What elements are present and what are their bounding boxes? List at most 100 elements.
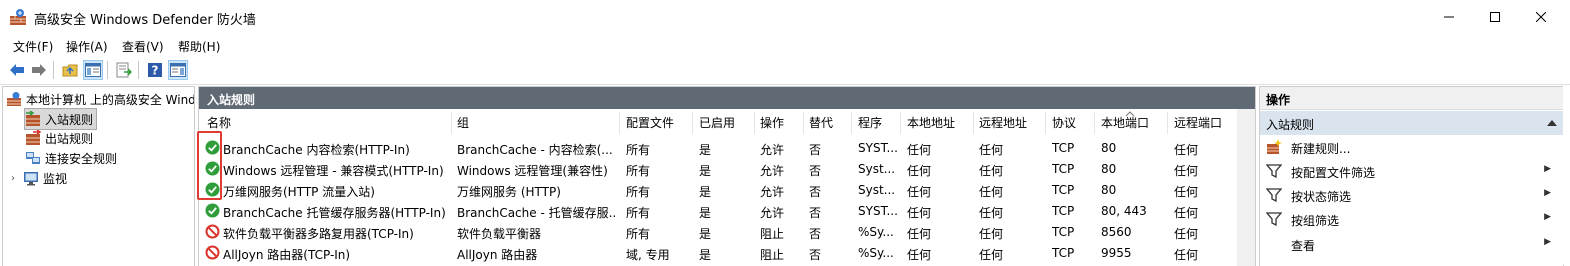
cell-override: 否 (809, 248, 822, 262)
tree-item-connection-security-rules[interactable]: 连接安全规则 (25, 148, 117, 168)
tree-root[interactable]: 本地计算机 上的高级安全 Windows Defender 防火墙 (6, 89, 194, 109)
rules-pane-header: 入站规则 (199, 87, 1255, 109)
column-separator[interactable] (851, 112, 852, 134)
menu-action[interactable]: 操作(A) (66, 38, 108, 55)
actions-section-inbound-rules[interactable]: 入站规则 (1260, 111, 1563, 135)
column-header-remote-address[interactable]: 远程地址 (979, 114, 1027, 134)
up-level-button[interactable] (60, 60, 80, 80)
action-filter-by-group[interactable]: 按组筛选 ▶ (1260, 207, 1563, 231)
filter-icon (1266, 212, 1282, 227)
column-separator[interactable] (754, 112, 755, 134)
cell-group: BranchCache - 托管缓存服... (457, 206, 617, 220)
cell-program: Syst... (858, 162, 896, 176)
column-separator[interactable] (900, 112, 901, 134)
action-filter-by-state[interactable]: 按状态筛选 ▶ (1260, 183, 1563, 207)
chevron-right-icon[interactable]: › (11, 173, 23, 184)
actions-title: 操作 (1266, 93, 1291, 107)
rules-pane-title: 入站规则 (207, 93, 256, 107)
menu-view[interactable]: 查看(V) (122, 38, 164, 55)
cell-program: SYST... (858, 204, 898, 218)
cell-remote-port: 任何 (1174, 248, 1199, 262)
filter-icon (1266, 188, 1282, 203)
column-separator[interactable] (692, 112, 693, 134)
forward-arrow-icon (32, 64, 46, 76)
rules-vertical-scrollbar[interactable] (1237, 109, 1255, 266)
tree-item-monitoring[interactable]: › 监视 (11, 168, 67, 188)
action-filter-by-profile[interactable]: 按配置文件筛选 ▶ (1260, 159, 1563, 183)
actions-vertical-scrollbar[interactable] (1563, 86, 1570, 265)
column-separator[interactable] (1167, 112, 1168, 134)
tree-item-outbound-rules[interactable]: 出站规则 (25, 128, 93, 148)
inbound-rules-icon (26, 111, 40, 126)
back-button[interactable] (7, 60, 27, 80)
column-header-action[interactable]: 操作 (760, 114, 784, 134)
actions-pane-header: 操作 (1260, 87, 1563, 110)
action-view[interactable]: 查看 ▶ (1260, 232, 1563, 256)
maximize-button[interactable] (1472, 0, 1518, 34)
cell-profile: 域, 专用 (626, 248, 670, 262)
cell-group: 软件负载平衡器 (457, 227, 542, 241)
action-label: 查看 (1291, 239, 1316, 253)
export-list-icon (116, 62, 132, 78)
actions-pane: 操作 入站规则 新建规则... 按配置文件筛选 ▶ 按状态筛选 ▶ 按组筛选 ▶… (1259, 86, 1564, 266)
show-hide-console-tree-button[interactable] (83, 60, 103, 80)
cell-local-address: 任何 (907, 185, 932, 199)
menu-help[interactable]: 帮助(H) (178, 38, 220, 55)
tree-item-label: 监视 (43, 171, 68, 186)
column-separator[interactable] (1094, 112, 1095, 134)
table-row[interactable]: BranchCache 内容检索(HTTP-In) BranchCache - 内… (199, 138, 1237, 159)
cell-remote-address: 任何 (979, 248, 1004, 262)
cell-local-port: 9955 (1101, 246, 1132, 260)
table-row[interactable]: AllJoyn 路由器(TCP-In) AllJoyn 路由器 域, 专用 是 阻止 否%… (199, 243, 1237, 264)
cell-name: 软件负载平衡器多路复用器(TCP-In) (223, 227, 414, 241)
cell-group: AllJoyn 路由器 (457, 248, 538, 262)
cell-action: 允许 (760, 164, 785, 178)
action-label: 按配置文件筛选 (1291, 166, 1376, 180)
column-header-group[interactable]: 组 (457, 114, 469, 134)
column-header-protocol[interactable]: 协议 (1052, 114, 1076, 134)
column-separator[interactable] (619, 112, 620, 134)
tree-item-inbound-rules[interactable]: 入站规则 (24, 108, 98, 130)
cell-profile: 所有 (626, 143, 651, 157)
help-button[interactable]: ? (145, 60, 165, 80)
cell-remote-port: 任何 (1174, 164, 1199, 178)
cell-remote-port: 任何 (1174, 227, 1199, 241)
cell-remote-address: 任何 (979, 206, 1004, 220)
forward-button[interactable] (29, 60, 49, 80)
collapse-up-icon[interactable] (1547, 120, 1557, 126)
cell-action: 阻止 (760, 248, 785, 262)
table-row[interactable]: 软件负载平衡器多路复用器(TCP-In) 软件负载平衡器 所有 是 阻止 否 %Sy... 任… (199, 222, 1237, 243)
column-separator[interactable] (451, 112, 452, 134)
menu-file[interactable]: 文件(F) (13, 38, 53, 55)
minimize-button[interactable] (1426, 0, 1472, 34)
column-header-local-port[interactable]: 本地端口 (1101, 114, 1149, 134)
column-header-remote-port[interactable]: 远程端口 (1174, 114, 1222, 134)
column-header-program[interactable]: 程序 (858, 114, 882, 134)
column-header-profile[interactable]: 配置文件 (626, 114, 674, 134)
cell-group: BranchCache - 内容检索(... (457, 143, 613, 157)
window-title: 高级安全 Windows Defender 防火墙 (34, 13, 256, 28)
column-header-local-address[interactable]: 本地地址 (907, 114, 955, 134)
column-header-enabled[interactable]: 已启用 (699, 114, 735, 134)
column-header-override[interactable]: 替代 (809, 114, 833, 134)
monitoring-icon (24, 172, 38, 186)
svg-text:?: ? (152, 64, 159, 78)
column-separator[interactable] (1045, 112, 1046, 134)
tree-root-label: 本地计算机 上的高级安全 Windows Defender 防火墙 (26, 92, 194, 107)
highlight-annotation-box (197, 131, 222, 200)
help-icon: ? (148, 63, 162, 78)
cell-enabled: 是 (699, 164, 712, 178)
export-list-button[interactable] (114, 60, 134, 80)
column-separator[interactable] (803, 112, 804, 134)
cell-remote-address: 任何 (979, 185, 1004, 199)
table-row[interactable]: BranchCache 托管缓存服务器(HTTP-In) BranchCache … (199, 201, 1237, 222)
column-separator[interactable] (973, 112, 974, 134)
close-button[interactable] (1518, 0, 1564, 34)
cell-protocol: TCP (1052, 183, 1075, 197)
console-tree: 本地计算机 上的高级安全 Windows Defender 防火墙 入站规则 出… (2, 86, 195, 266)
tree-item-label: 入站规则 (45, 112, 94, 127)
show-hide-action-pane-button[interactable] (168, 60, 188, 80)
action-new-rule[interactable]: 新建规则... (1260, 135, 1563, 159)
table-row[interactable]: Windows 远程管理 - 兼容模式(HTTP-In) Windows 远程管理… (199, 159, 1237, 180)
table-row[interactable]: 万维网服务(HTTP 流量入站) 万维网服务 (HTTP) 所有 是 允许 否 Syst..… (199, 180, 1237, 201)
